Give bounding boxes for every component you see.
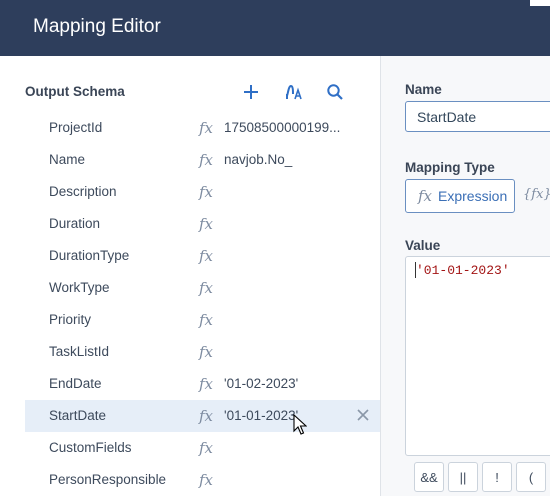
field-name: CustomFields: [49, 440, 132, 455]
mapping-detail-panel: Name StartDate Mapping Type fx Expressio…: [381, 56, 550, 496]
schema-row-durationtype[interactable]: DurationType fx: [25, 240, 380, 272]
operator-or-button[interactable]: ||: [448, 462, 478, 492]
function-icon[interactable]: fx: [199, 471, 213, 489]
clear-mapping-icon[interactable]: [356, 408, 370, 422]
sort-icon[interactable]: [283, 82, 303, 102]
schema-row-customfields[interactable]: CustomFields fx: [25, 432, 380, 464]
schema-row-worktype[interactable]: WorkType fx: [25, 272, 380, 304]
operator-not-button[interactable]: !: [482, 462, 512, 492]
function-icon[interactable]: fx: [199, 407, 213, 425]
name-label: Name: [405, 82, 442, 97]
function-icon[interactable]: fx: [199, 439, 213, 457]
field-name: StartDate: [49, 408, 107, 423]
schema-row-name[interactable]: Name fx navjob.No_: [25, 144, 380, 176]
add-icon[interactable]: [241, 82, 261, 102]
field-name: Priority: [49, 312, 92, 327]
field-name: Name: [49, 152, 86, 167]
function-braces-icon: {fx}C: [523, 187, 550, 202]
expression-code: '01-01-2023': [416, 263, 510, 278]
search-icon[interactable]: [325, 82, 345, 102]
schema-row-personresponsible[interactable]: PersonResponsible fx: [25, 464, 380, 496]
schema-row-duration[interactable]: Duration fx: [25, 208, 380, 240]
function-icon[interactable]: fx: [199, 151, 213, 169]
expression-editor[interactable]: '01-01-2023': [405, 256, 550, 456]
name-field[interactable]: StartDate: [405, 101, 550, 132]
field-mapping-value: 17508500000199...: [224, 120, 341, 135]
function-icon[interactable]: fx: [199, 311, 213, 329]
schema-field-list: ProjectId fx 17508500000199... Name fx n…: [25, 112, 380, 496]
function-icon[interactable]: fx: [199, 183, 213, 201]
mouse-pointer-icon: [293, 413, 308, 436]
operator-and-button[interactable]: &&: [414, 462, 444, 492]
schema-row-startdate[interactable]: StartDate fx '01-01-2023': [25, 400, 380, 432]
function-icon: fx: [418, 187, 433, 205]
function-icon[interactable]: fx: [199, 247, 213, 265]
output-schema-header: Output Schema: [25, 84, 125, 99]
field-name: DurationType: [49, 248, 130, 263]
schema-row-description[interactable]: Description fx: [25, 176, 380, 208]
field-name: Duration: [49, 216, 101, 231]
mapping-type-expression-button[interactable]: fx Expression: [405, 179, 515, 213]
mapping-type-other-button[interactable]: {fx}C: [522, 179, 550, 213]
field-name: WorkType: [49, 280, 110, 295]
field-name: EndDate: [49, 376, 102, 391]
function-icon[interactable]: fx: [199, 119, 213, 137]
field-mapping-value: '01-02-2023': [224, 376, 299, 391]
field-name: TaskListId: [49, 344, 110, 359]
schema-row-enddate[interactable]: EndDate fx '01-02-2023': [25, 368, 380, 400]
mapping-type-label: Mapping Type: [405, 160, 495, 175]
operator-open-paren-button[interactable]: (: [516, 462, 546, 492]
function-icon[interactable]: fx: [199, 215, 213, 233]
function-icon[interactable]: fx: [199, 375, 213, 393]
title-bar-corner: [530, 0, 550, 6]
schema-row-priority[interactable]: Priority fx: [25, 304, 380, 336]
mapping-type-expression-label: Expression: [438, 188, 508, 204]
field-mapping-value: navjob.No_: [224, 152, 293, 167]
function-icon[interactable]: fx: [199, 343, 213, 361]
title-bar: Mapping Editor: [0, 0, 550, 56]
function-icon[interactable]: fx: [199, 279, 213, 297]
schema-row-projectid[interactable]: ProjectId fx 17508500000199...: [25, 112, 380, 144]
field-name: ProjectId: [49, 120, 103, 135]
value-label: Value: [405, 238, 441, 253]
schema-row-tasklistid[interactable]: TaskListId fx: [25, 336, 380, 368]
field-name: Description: [49, 184, 117, 199]
window-title: Mapping Editor: [33, 16, 161, 37]
field-name: PersonResponsible: [49, 472, 167, 487]
output-schema-panel: Output Schema ProjectId fx 1750850000019…: [0, 56, 380, 496]
field-mapping-value: '01-01-2023': [224, 408, 299, 423]
